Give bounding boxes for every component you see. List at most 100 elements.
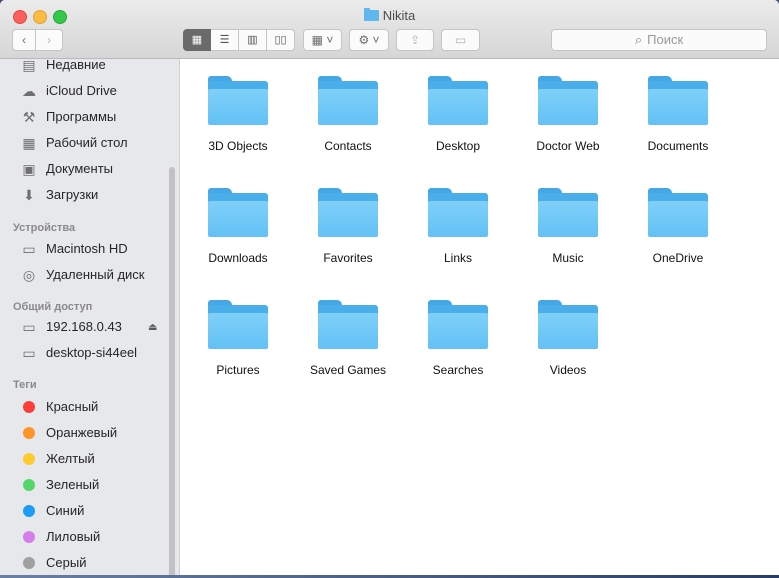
folder-item[interactable]: Pictures — [188, 300, 288, 377]
back-button[interactable]: ‹ — [12, 29, 36, 51]
folder-item[interactable]: Documents — [628, 76, 728, 153]
sidebar-item[interactable]: ▤ Недавние — [20, 59, 106, 77]
file-area: 3D Objects Contacts Desktop Doctor Web Docum… — [180, 59, 779, 575]
sidebar-item[interactable]: ▭ desktop-si44eel — [20, 345, 137, 365]
sidebar-item-label: Зеленый — [46, 477, 100, 492]
folder-name: Music — [552, 251, 584, 265]
sidebar-item-label: Загрузки — [46, 187, 99, 202]
folder-name: Links — [443, 251, 472, 265]
sidebar-tag-item[interactable]: Серый — [20, 555, 86, 575]
gallery-view-button[interactable]: ▯▯ — [267, 29, 295, 51]
sidebar-item-label: Macintosh HD — [46, 241, 128, 256]
folder-item[interactable]: Music — [518, 188, 618, 265]
folder-item[interactable]: Links — [408, 188, 508, 265]
folder-item[interactable]: OneDrive — [628, 188, 728, 265]
hard-drive-icon: ▭ — [22, 241, 36, 257]
eject-icon[interactable]: ⏏ — [148, 322, 157, 333]
sidebar-item-label: Оранжевый — [46, 425, 118, 440]
sidebar-item-label: Синий — [46, 503, 85, 518]
folder-name: Videos — [549, 363, 587, 377]
sidebar-item-label: Красный — [46, 399, 99, 414]
folder-item[interactable]: Downloads — [188, 188, 288, 265]
folder-icon — [318, 188, 378, 238]
folder-name: Doctor Web — [536, 139, 600, 153]
sidebar-item-label: iCloud Drive — [46, 83, 117, 98]
downloads-icon: ⬇ — [23, 187, 35, 203]
sidebar-item-label: Документы — [46, 161, 114, 176]
sidebar-tag-item[interactable]: Лиловый — [20, 529, 100, 549]
sidebar-item[interactable]: ⬇ Загрузки — [20, 187, 98, 207]
sidebar-item-label: Удаленный диск — [46, 267, 145, 282]
folder-name: OneDrive — [652, 251, 704, 265]
desktop-icon: ▦ — [22, 135, 36, 151]
sidebar-item[interactable]: ▦ Рабочий стол — [20, 135, 128, 155]
sidebar-item-label: Недавние — [46, 59, 106, 72]
sidebar-item-label: Серый — [46, 555, 87, 570]
share-button[interactable]: ⇪ — [396, 29, 434, 51]
sidebar-tag-item[interactable]: Красный — [20, 399, 98, 419]
chevron-right-icon: › — [47, 33, 51, 47]
sidebar-item-label: Рабочий стол — [46, 135, 128, 150]
sidebar-section-shared: Общий доступ — [13, 301, 93, 313]
folder-icon — [428, 188, 488, 238]
folder-name: 3D Objects — [208, 139, 268, 153]
sidebar-item-label: Программы — [46, 109, 117, 124]
folder-icon — [428, 76, 488, 126]
sidebar-item[interactable]: ▭ 192.168.0.43 — [20, 319, 122, 339]
folder-name: Documents — [647, 139, 709, 153]
folder-item[interactable]: Searches — [408, 300, 508, 377]
folder-item[interactable]: Desktop — [408, 76, 508, 153]
sidebar-tag-item[interactable]: Желтый — [20, 451, 95, 471]
folder-icon — [208, 76, 268, 126]
folder-name: Saved Games — [309, 363, 387, 377]
applications-icon: ⚒ — [22, 109, 36, 125]
folder-name: Pictures — [216, 363, 260, 377]
sidebar-item[interactable]: ☁ iCloud Drive — [20, 83, 117, 103]
sidebar-item[interactable]: ⚒ Программы — [20, 109, 117, 129]
folder-name: Searches — [432, 363, 484, 377]
search-icon: ⌕ — [634, 32, 643, 47]
folder-icon — [208, 188, 268, 238]
documents-icon: ▣ — [22, 161, 36, 177]
search-input[interactable]: ⌕ Поиск — [551, 29, 767, 51]
title-bar: Nikita ‹ › ▦ ☰ ▥ ▯▯ ▦ ˅ ⚙ ˅ ⇪ ▭ ⌕ Поиск — [0, 0, 779, 59]
icon-view-icon: ▦ — [191, 34, 203, 46]
sidebar-item[interactable]: ◎ Удаленный диск — [20, 267, 145, 287]
tag-color-dot-icon — [23, 401, 35, 413]
network-computer-icon: ▭ — [22, 319, 36, 335]
icon-view-button[interactable]: ▦ — [183, 29, 211, 51]
folder-icon — [318, 76, 378, 126]
folder-item[interactable]: Doctor Web — [518, 76, 618, 153]
folder-item[interactable]: Saved Games — [298, 300, 398, 377]
folder-item[interactable]: Videos — [518, 300, 618, 377]
folder-item[interactable]: Contacts — [298, 76, 398, 153]
sidebar-item[interactable]: ▭ Macintosh HD — [20, 241, 128, 261]
sidebar-item-label: Желтый — [46, 451, 95, 466]
tags-button[interactable]: ▭ — [441, 29, 480, 51]
folder-icon — [428, 300, 488, 350]
sidebar-tag-item[interactable]: Синий — [20, 503, 84, 523]
folder-name: Desktop — [435, 139, 481, 153]
folder-item[interactable]: 3D Objects — [188, 76, 288, 153]
tag-icon: ▭ — [454, 33, 467, 47]
folder-icon — [538, 188, 598, 238]
sidebar-tag-item[interactable]: Зеленый — [20, 477, 99, 497]
list-view-icon: ☰ — [219, 34, 230, 46]
forward-button[interactable]: › — [36, 29, 63, 51]
sidebar-item[interactable]: ▣ Документы — [20, 161, 113, 181]
cloud-icon: ☁ — [22, 83, 36, 99]
window-title-text: Nikita — [382, 8, 416, 23]
chevron-left-icon: ‹ — [22, 33, 26, 47]
column-view-button[interactable]: ▥ — [239, 29, 267, 51]
folder-icon — [363, 8, 379, 21]
folder-icon — [648, 188, 708, 238]
action-button[interactable]: ⚙ ˅ — [349, 29, 389, 51]
sidebar-item-label: 192.168.0.43 — [46, 319, 122, 334]
recents-icon: ▤ — [22, 59, 36, 73]
sidebar-scrollbar[interactable] — [169, 167, 175, 575]
arrange-button[interactable]: ▦ ˅ — [303, 29, 342, 51]
folder-item[interactable]: Favorites — [298, 188, 398, 265]
gear-icon: ⚙ ˅ — [358, 33, 380, 47]
list-view-button[interactable]: ☰ — [211, 29, 239, 51]
sidebar-tag-item[interactable]: Оранжевый — [20, 425, 117, 445]
